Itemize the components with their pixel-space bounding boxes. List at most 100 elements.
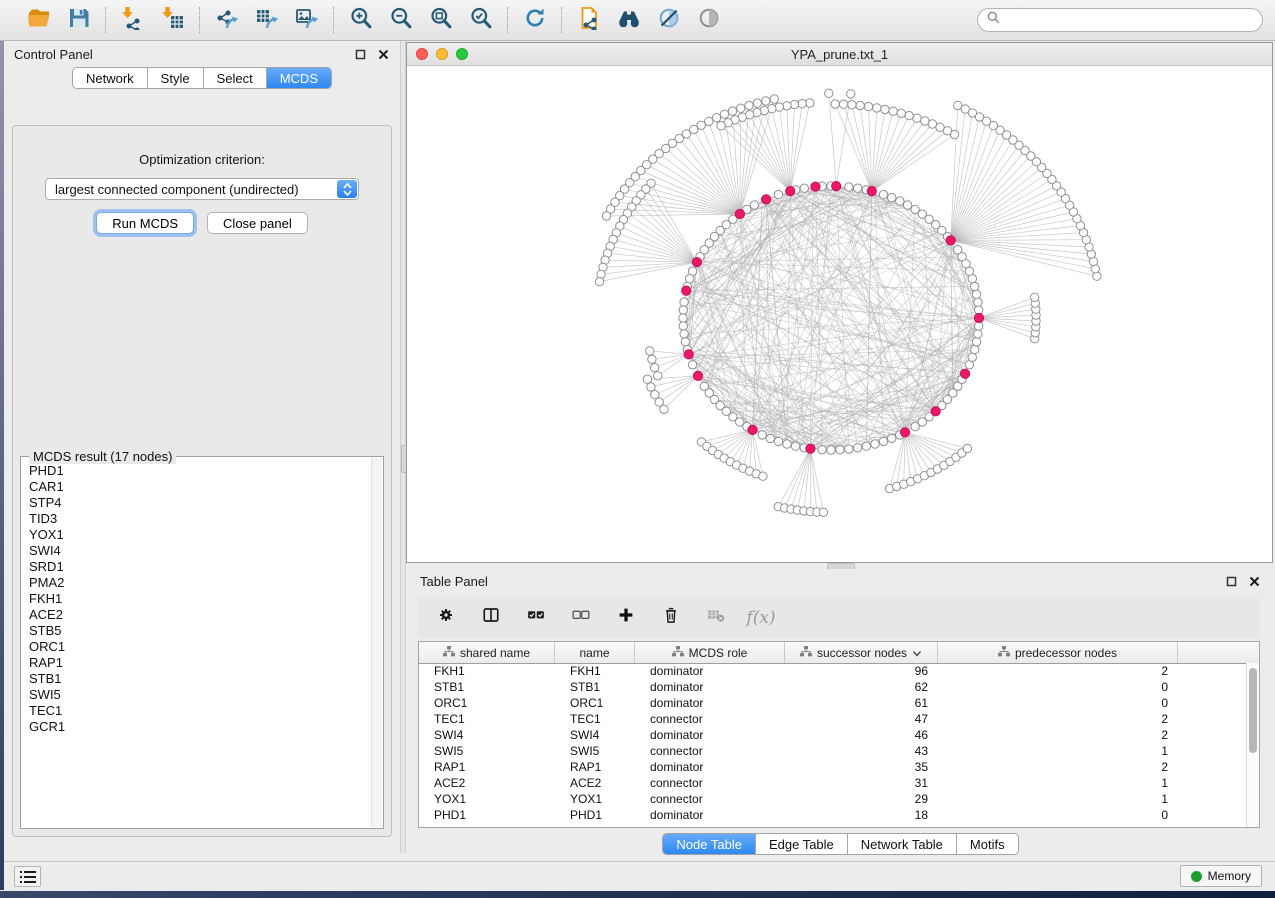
add-column-button[interactable] <box>614 606 638 630</box>
mcds-result-scrollbar[interactable] <box>371 458 382 827</box>
control-tab-select[interactable]: Select <box>203 68 266 88</box>
criterion-dropdown[interactable]: largest connected component (undirected) <box>45 178 359 200</box>
show-columns-button[interactable] <box>479 606 503 630</box>
table-row[interactable]: FKH1FKH1dominator962 <box>419 663 1247 679</box>
control-tab-mcds[interactable]: MCDS <box>266 68 331 88</box>
memory-button[interactable]: Memory <box>1180 865 1262 887</box>
network-from-selection-button[interactable] <box>575 7 602 34</box>
mcds-result-item[interactable]: TID3 <box>29 511 371 527</box>
table-cell: 47 <box>785 712 938 726</box>
float-table-panel-icon[interactable] <box>1225 575 1238 588</box>
table-cell: SWI5 <box>555 744 635 758</box>
mcds-result-list[interactable]: PHD1CAR1STP4TID3YOX1SWI4SRD1PMA2FKH1ACE2… <box>22 463 371 827</box>
mcds-result-item[interactable]: PMA2 <box>29 575 371 591</box>
mcds-result-item[interactable]: SWI4 <box>29 543 371 559</box>
zoom-selected-button[interactable] <box>467 7 494 34</box>
zoom-in-button[interactable] <box>347 7 374 34</box>
mcds-result-item[interactable]: ACE2 <box>29 607 371 623</box>
delete-column-button[interactable] <box>659 606 683 630</box>
table-cell: 2 <box>938 664 1178 678</box>
table-cell: 35 <box>785 760 938 774</box>
run-mcds-button[interactable]: Run MCDS <box>96 212 194 234</box>
table-row[interactable]: PHD1PHD1dominator180 <box>419 807 1247 823</box>
delete-table-button[interactable] <box>704 606 728 630</box>
table-toolbar: f(x) <box>418 597 1260 638</box>
control-tab-network[interactable]: Network <box>73 68 147 88</box>
import-network-button[interactable] <box>119 7 146 34</box>
control-panel-tab-bar: NetworkStyleSelectMCDS <box>4 67 400 89</box>
column-header-successor-nodes[interactable]: successor nodes <box>785 642 938 663</box>
mcds-result-item[interactable]: YOX1 <box>29 527 371 543</box>
control-tab-style[interactable]: Style <box>147 68 203 88</box>
mcds-result-item[interactable]: ORC1 <box>29 639 371 655</box>
search-binoculars-button[interactable] <box>615 7 642 34</box>
table-row[interactable]: ACE2ACE2connector311 <box>419 775 1247 791</box>
mcds-result-item[interactable]: STP4 <box>29 495 371 511</box>
search-input[interactable] <box>1006 12 1253 28</box>
zoom-fit-button[interactable] <box>427 7 454 34</box>
apply-function-button[interactable]: f(x) <box>749 606 773 630</box>
table-tab-network-table[interactable]: Network Table <box>847 834 956 854</box>
mcds-result-item[interactable]: TEC1 <box>29 703 371 719</box>
mcds-result-item[interactable]: PHD1 <box>29 463 371 479</box>
save-session-button[interactable] <box>65 7 92 34</box>
table-tab-bar: Node TableEdge TableNetwork TableMotifs <box>406 833 1275 855</box>
close-panel-button[interactable]: Close panel <box>207 212 308 234</box>
table-scrollbar[interactable] <box>1246 663 1259 827</box>
table-row[interactable]: SWI5SWI5connector431 <box>419 743 1247 759</box>
table-row[interactable]: ORC1ORC1dominator610 <box>419 695 1247 711</box>
deselect-all-button[interactable] <box>569 606 593 630</box>
show-panels-button[interactable] <box>14 866 41 887</box>
column-header-label: successor nodes <box>817 646 907 660</box>
close-table-panel-icon[interactable] <box>1248 575 1261 588</box>
export-network-button[interactable] <box>213 7 240 34</box>
table-row[interactable]: YOX1YOX1connector291 <box>419 791 1247 807</box>
table-cell: connector <box>635 776 785 790</box>
table-row[interactable]: STB1STB1dominator620 <box>419 679 1247 695</box>
table-tab-motifs[interactable]: Motifs <box>956 834 1018 854</box>
mcds-result-item[interactable]: RAP1 <box>29 655 371 671</box>
table-cell: YOX1 <box>419 792 555 806</box>
select-all-button[interactable] <box>524 606 548 630</box>
open-file-button[interactable] <box>25 7 52 34</box>
table-scrollbar-thumb[interactable] <box>1249 668 1257 753</box>
mcds-result-item[interactable]: STB1 <box>29 671 371 687</box>
column-header-MCDS-role[interactable]: MCDS role <box>635 642 785 663</box>
table-cell: dominator <box>635 696 785 710</box>
table-tab-node-table[interactable]: Node Table <box>663 834 755 854</box>
mcds-result-item[interactable]: SRD1 <box>29 559 371 575</box>
column-header-name[interactable]: name <box>555 642 635 663</box>
table-mode-gear-button[interactable] <box>434 606 458 630</box>
table-row[interactable]: SWI4SWI4dominator462 <box>419 727 1247 743</box>
export-table-button[interactable] <box>253 7 280 34</box>
network-window-title-bar[interactable]: YPA_prune.txt_1 <box>407 43 1272 66</box>
mcds-result-item[interactable]: FKH1 <box>29 591 371 607</box>
table-mode-gear-icon <box>437 606 455 629</box>
table-row[interactable]: TEC1TEC1connector472 <box>419 711 1247 727</box>
toolbar-group <box>12 7 106 33</box>
network-canvas[interactable] <box>407 66 1272 568</box>
float-panel-icon[interactable] <box>354 48 367 61</box>
hide-graphics-details-button[interactable] <box>655 7 682 34</box>
close-panel-icon[interactable] <box>377 48 390 61</box>
zoom-out-icon <box>389 6 413 35</box>
show-graphics-details-button[interactable] <box>695 7 722 34</box>
memory-status-icon <box>1191 871 1202 882</box>
table-cell: RAP1 <box>555 760 635 774</box>
column-header-shared-name[interactable]: shared name <box>419 642 555 663</box>
mcds-result-item[interactable]: GCR1 <box>29 719 371 735</box>
table-row[interactable]: RAP1RAP1dominator352 <box>419 759 1247 775</box>
zoom-out-button[interactable] <box>387 7 414 34</box>
search-box[interactable] <box>977 8 1263 32</box>
mcds-result-item[interactable]: STB5 <box>29 623 371 639</box>
table-cell: STB1 <box>419 680 555 694</box>
mcds-tab-content: Optimization criterion: largest connecte… <box>12 125 392 837</box>
refresh-button[interactable] <box>521 7 548 34</box>
import-table-button[interactable] <box>159 7 186 34</box>
mcds-result-item[interactable]: SWI5 <box>29 687 371 703</box>
column-header-predecessor-nodes[interactable]: predecessor nodes <box>938 642 1178 663</box>
export-image-button[interactable] <box>293 7 320 34</box>
table-cell: 2 <box>938 728 1178 742</box>
table-tab-edge-table[interactable]: Edge Table <box>755 834 847 854</box>
mcds-result-item[interactable]: CAR1 <box>29 479 371 495</box>
